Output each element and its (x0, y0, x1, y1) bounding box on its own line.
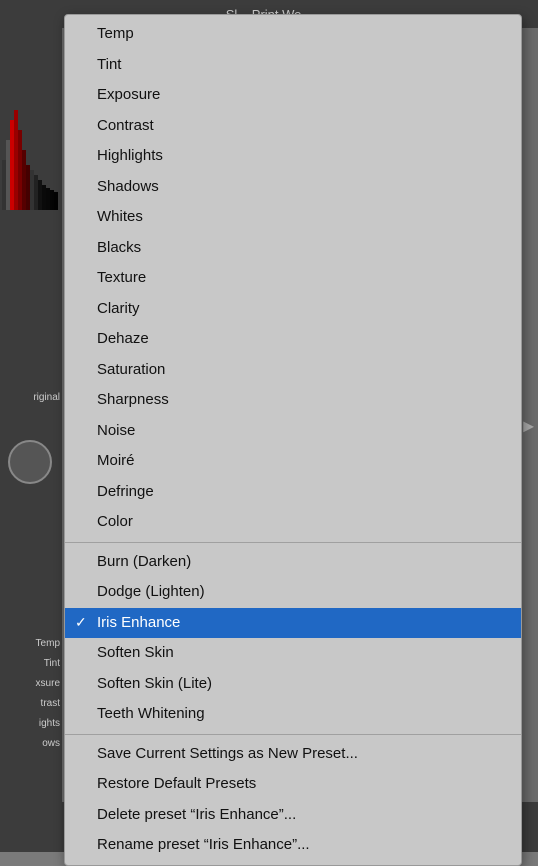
circle-icon (8, 440, 52, 484)
menu-item-0-12[interactable]: Sharpness (65, 385, 521, 416)
menu-item-0-15[interactable]: Defringe (65, 477, 521, 508)
menu-item-0-0[interactable]: Temp (65, 19, 521, 50)
menu-item-0-14[interactable]: Moiré (65, 446, 521, 477)
checkmark-icon: ✓ (75, 612, 87, 633)
menu-item-label-0-5: Shadows (97, 176, 159, 199)
menu-item-label-0-14: Moiré (97, 450, 135, 473)
left-sidebar: riginal Temp Tint xsure trast ights ows (0, 0, 62, 852)
right-arrow-icon: ▶ (523, 418, 534, 435)
menu-item-label-1-2: Iris Enhance (97, 612, 180, 635)
menu-item-label-0-13: Noise (97, 420, 135, 443)
menu-item-label-1-3: Soften Skin (97, 642, 174, 665)
sidebar-label-temp: Temp (36, 638, 60, 649)
menu-item-0-11[interactable]: Saturation (65, 355, 521, 386)
menu-item-0-9[interactable]: Clarity (65, 294, 521, 325)
sidebar-label-original: riginal (33, 392, 60, 403)
menu-item-label-2-2: Delete preset “Iris Enhance”... (97, 804, 296, 827)
menu-item-label-0-7: Blacks (97, 237, 141, 260)
menu-item-0-6[interactable]: Whites (65, 202, 521, 233)
menu-item-0-4[interactable]: Highlights (65, 141, 521, 172)
menu-item-1-0[interactable]: Burn (Darken) (65, 547, 521, 578)
menu-item-1-4[interactable]: Soften Skin (Lite) (65, 669, 521, 700)
sidebar-label-contrast: trast (41, 698, 60, 709)
menu-section-0: Temp Tint Exposure Contrast Highlights Shadow… (65, 15, 521, 543)
menu-item-label-0-15: Defringe (97, 481, 154, 504)
menu-item-label-0-10: Dehaze (97, 328, 149, 351)
menu-item-0-7[interactable]: Blacks (65, 233, 521, 264)
menu-item-0-16[interactable]: Color (65, 507, 521, 538)
menu-item-1-2[interactable]: ✓ Iris Enhance (65, 608, 521, 639)
menu-item-label-0-4: Highlights (97, 145, 163, 168)
menu-item-label-0-8: Texture (97, 267, 146, 290)
menu-item-label-0-11: Saturation (97, 359, 165, 382)
menu-item-0-8[interactable]: Texture (65, 263, 521, 294)
menu-item-label-0-2: Exposure (97, 84, 160, 107)
menu-item-0-5[interactable]: Shadows (65, 172, 521, 203)
menu-item-2-2[interactable]: Delete preset “Iris Enhance”... (65, 800, 521, 831)
sidebar-label-tint: Tint (44, 658, 60, 669)
menu-item-label-0-1: Tint (97, 54, 121, 77)
sidebar-label-highlights: ights (39, 718, 60, 729)
menu-item-label-0-12: Sharpness (97, 389, 169, 412)
sidebar-label-exposure: xsure (36, 678, 60, 689)
menu-section-1: Burn (Darken) Dodge (Lighten) ✓ Iris Enhanc… (65, 543, 521, 735)
menu-item-2-1[interactable]: Restore Default Presets (65, 769, 521, 800)
menu-item-label-2-1: Restore Default Presets (97, 773, 256, 796)
menu-section-2: Save Current Settings as New Preset... Re… (65, 735, 521, 865)
menu-item-0-13[interactable]: Noise (65, 416, 521, 447)
menu-item-1-1[interactable]: Dodge (Lighten) (65, 577, 521, 608)
menu-item-1-5[interactable]: Teeth Whitening (65, 699, 521, 730)
menu-item-label-1-0: Burn (Darken) (97, 551, 191, 574)
sidebar-label-shadows: ows (42, 738, 60, 749)
menu-item-2-3[interactable]: Rename preset “Iris Enhance”... (65, 830, 521, 861)
menu-item-label-0-6: Whites (97, 206, 143, 229)
menu-item-label-1-4: Soften Skin (Lite) (97, 673, 212, 696)
menu-item-0-1[interactable]: Tint (65, 50, 521, 81)
menu-item-label-0-0: Temp (97, 23, 134, 46)
menu-item-label-0-9: Clarity (97, 298, 140, 321)
menu-item-label-1-5: Teeth Whitening (97, 703, 205, 726)
menu-item-0-10[interactable]: Dehaze (65, 324, 521, 355)
menu-item-label-1-1: Dodge (Lighten) (97, 581, 205, 604)
menu-item-2-0[interactable]: Save Current Settings as New Preset... (65, 739, 521, 770)
dropdown-menu: Temp Tint Exposure Contrast Highlights Shadow… (64, 14, 522, 866)
menu-item-0-2[interactable]: Exposure (65, 80, 521, 111)
menu-item-label-2-0: Save Current Settings as New Preset... (97, 743, 358, 766)
menu-item-0-3[interactable]: Contrast (65, 111, 521, 142)
menu-item-label-0-16: Color (97, 511, 133, 534)
menu-item-label-2-3: Rename preset “Iris Enhance”... (97, 834, 310, 857)
menu-item-1-3[interactable]: Soften Skin (65, 638, 521, 669)
menu-item-label-0-3: Contrast (97, 115, 154, 138)
